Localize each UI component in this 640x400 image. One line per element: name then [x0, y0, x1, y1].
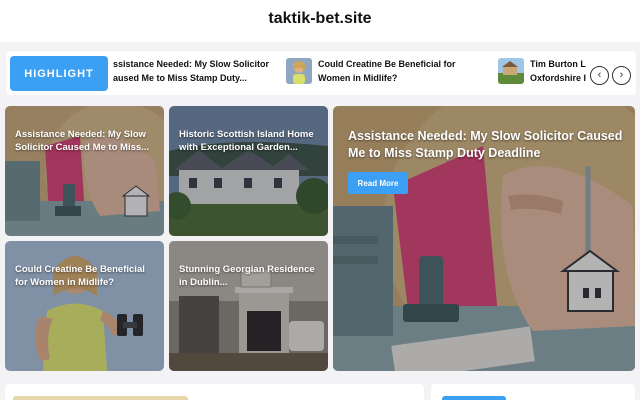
- article-card[interactable]: Historic Scottish Island Home with Excep…: [169, 106, 328, 236]
- chevron-left-icon: ‹: [597, 69, 602, 81]
- featured-article-card[interactable]: Assistance Needed: My Slow Solicitor Cau…: [333, 106, 635, 371]
- article-title[interactable]: Stunning Georgian Residence in Dublin...: [179, 263, 321, 289]
- ticker-item[interactable]: Could Creatine Be Beneficial for Women i…: [286, 57, 468, 85]
- article-card[interactable]: Stunning Georgian Residence in Dublin...: [169, 241, 328, 371]
- highlight-label[interactable]: HIGHLIGHT: [10, 56, 108, 91]
- article-card[interactable]: Could Creatine Be Beneficial for Women i…: [5, 241, 164, 371]
- bottom-section-right: [431, 384, 635, 400]
- site-title[interactable]: taktik-bet.site: [0, 10, 640, 28]
- featured-article-title[interactable]: Assistance Needed: My Slow Solicitor Cau…: [348, 128, 628, 162]
- ticker-item[interactable]: ssistance Needed: My Slow Solicitor ause…: [113, 57, 273, 85]
- ticker-thumbnail: [286, 58, 312, 84]
- highlight-ticker: HIGHLIGHT ssistance Needed: My Slow Soli…: [6, 51, 636, 95]
- ticker-next-button[interactable]: ›: [612, 66, 631, 85]
- ticker-item-line: Tim Burton L: [530, 59, 586, 69]
- ticker-item[interactable]: Tim Burton L Oxfordshire I: [498, 57, 586, 85]
- article-title[interactable]: Assistance Needed: My Slow Solicitor Cau…: [15, 128, 157, 154]
- bottom-thumbnail: [13, 396, 188, 400]
- article-title[interactable]: Could Creatine Be Beneficial for Women i…: [15, 263, 157, 289]
- bottom-label: [442, 396, 506, 400]
- site-header: taktik-bet.site: [0, 0, 640, 42]
- article-card[interactable]: Assistance Needed: My Slow Solicitor Cau…: [5, 106, 164, 236]
- ticker-item-line: Oxfordshire I: [530, 73, 586, 83]
- article-title[interactable]: Historic Scottish Island Home with Excep…: [179, 128, 321, 154]
- ticker-item-line: aused Me to Miss Stamp Duty...: [113, 73, 247, 83]
- ticker-item-line: Women in Midlife?: [318, 73, 398, 83]
- ticker-item-line: ssistance Needed: My Slow Solicitor: [113, 59, 270, 69]
- chevron-right-icon: ›: [619, 69, 624, 81]
- ticker-thumbnail: [498, 58, 524, 84]
- ticker-item-line: Could Creatine Be Beneficial for: [318, 59, 456, 69]
- bottom-section-left: [5, 384, 424, 400]
- ticker-prev-button[interactable]: ‹: [590, 66, 609, 85]
- read-more-button[interactable]: Read More: [348, 172, 408, 194]
